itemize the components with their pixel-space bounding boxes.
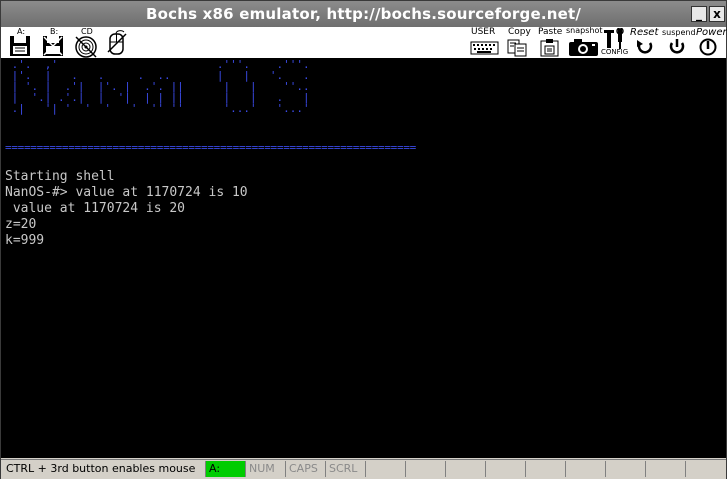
mouse-icon bbox=[107, 30, 127, 55]
mouse-button[interactable] bbox=[104, 28, 130, 57]
copy-button[interactable]: Copy bbox=[504, 27, 532, 57]
floppy-b-icon bbox=[43, 36, 63, 56]
cdrom-button[interactable]: CD bbox=[72, 27, 100, 58]
console-line: NanOS-#> value at 1170724 is 10 bbox=[5, 185, 248, 200]
snapshot-label: snapshot bbox=[566, 26, 603, 35]
minimize-button[interactable]: _ bbox=[691, 6, 707, 22]
status-slot bbox=[525, 461, 565, 477]
status-slot bbox=[605, 461, 645, 477]
camera-icon bbox=[569, 39, 598, 56]
emulator-screen[interactable]: .'. ,' .'''. .'''. |'. | . . . .. | | '.… bbox=[1, 59, 726, 458]
console-line: Starting shell bbox=[5, 169, 115, 184]
suspend-label: suspend bbox=[662, 28, 696, 37]
drive-a-indicator: A: bbox=[205, 461, 245, 477]
num-lock-indicator: NUM bbox=[245, 461, 285, 477]
reset-icon bbox=[637, 40, 653, 54]
cdrom-icon bbox=[75, 36, 97, 58]
window-title: Bochs x86 emulator, http://bochs.sourcef… bbox=[145, 5, 582, 23]
nanos-ascii-logo: .'. ,' .'''. .'''. |'. | . . . .. | | '.… bbox=[11, 59, 310, 115]
copy-label: Copy bbox=[508, 27, 531, 37]
reset-label: Reset bbox=[630, 27, 659, 38]
power-label: Power bbox=[696, 27, 727, 38]
logo-separator: ========================================… bbox=[5, 141, 416, 154]
user-button[interactable]: USER bbox=[469, 27, 501, 57]
suspend-button[interactable]: suspend bbox=[660, 28, 696, 57]
status-slot bbox=[565, 461, 605, 477]
copy-icon bbox=[507, 39, 527, 57]
status-slot bbox=[485, 461, 525, 477]
config-label: CONFIG bbox=[601, 48, 629, 56]
paste-icon bbox=[540, 39, 559, 57]
paste-label: Paste bbox=[538, 27, 563, 37]
console-output: Starting shell NanOS-#> value at 1170724… bbox=[5, 169, 248, 249]
status-bar: CTRL + 3rd button enables mouse A: NUM C… bbox=[1, 459, 726, 479]
config-tools-icon bbox=[604, 28, 624, 49]
user-label: USER bbox=[471, 27, 496, 37]
bochs-window: Bochs x86 emulator, http://bochs.sourcef… bbox=[0, 0, 727, 479]
floppy-a-button[interactable]: A: bbox=[7, 27, 33, 57]
title-bar[interactable]: Bochs x86 emulator, http://bochs.sourcef… bbox=[1, 1, 726, 27]
status-slot bbox=[365, 461, 405, 477]
snapshot-button[interactable]: snapshot bbox=[566, 26, 603, 57]
status-slot bbox=[445, 461, 485, 477]
close-button[interactable]: x bbox=[709, 6, 725, 22]
console-line: value at 1170724 is 20 bbox=[5, 201, 186, 216]
caps-lock-indicator: CAPS bbox=[285, 461, 325, 477]
status-slot bbox=[685, 461, 726, 477]
reset-button[interactable]: Reset bbox=[630, 27, 660, 57]
console-line: k=999 bbox=[5, 233, 45, 248]
config-button[interactable]: CONFIG bbox=[601, 28, 629, 57]
console-line: z=20 bbox=[5, 217, 37, 232]
status-slot bbox=[645, 461, 685, 477]
paste-button[interactable]: Paste bbox=[536, 27, 564, 57]
keyboard-icon bbox=[470, 41, 499, 55]
status-slot bbox=[405, 461, 445, 477]
suspend-icon bbox=[669, 39, 685, 54]
power-icon bbox=[699, 38, 717, 56]
scroll-lock-indicator: SCRL bbox=[325, 461, 365, 477]
toolbar: A: B: CD USER Copy Paste snapshot CONFIG… bbox=[1, 26, 727, 59]
power-button[interactable]: Power bbox=[696, 27, 727, 57]
floppy-a-icon bbox=[10, 36, 30, 56]
floppy-b-button[interactable]: B: bbox=[40, 27, 66, 57]
mouse-hint: CTRL + 3rd button enables mouse bbox=[6, 462, 196, 475]
